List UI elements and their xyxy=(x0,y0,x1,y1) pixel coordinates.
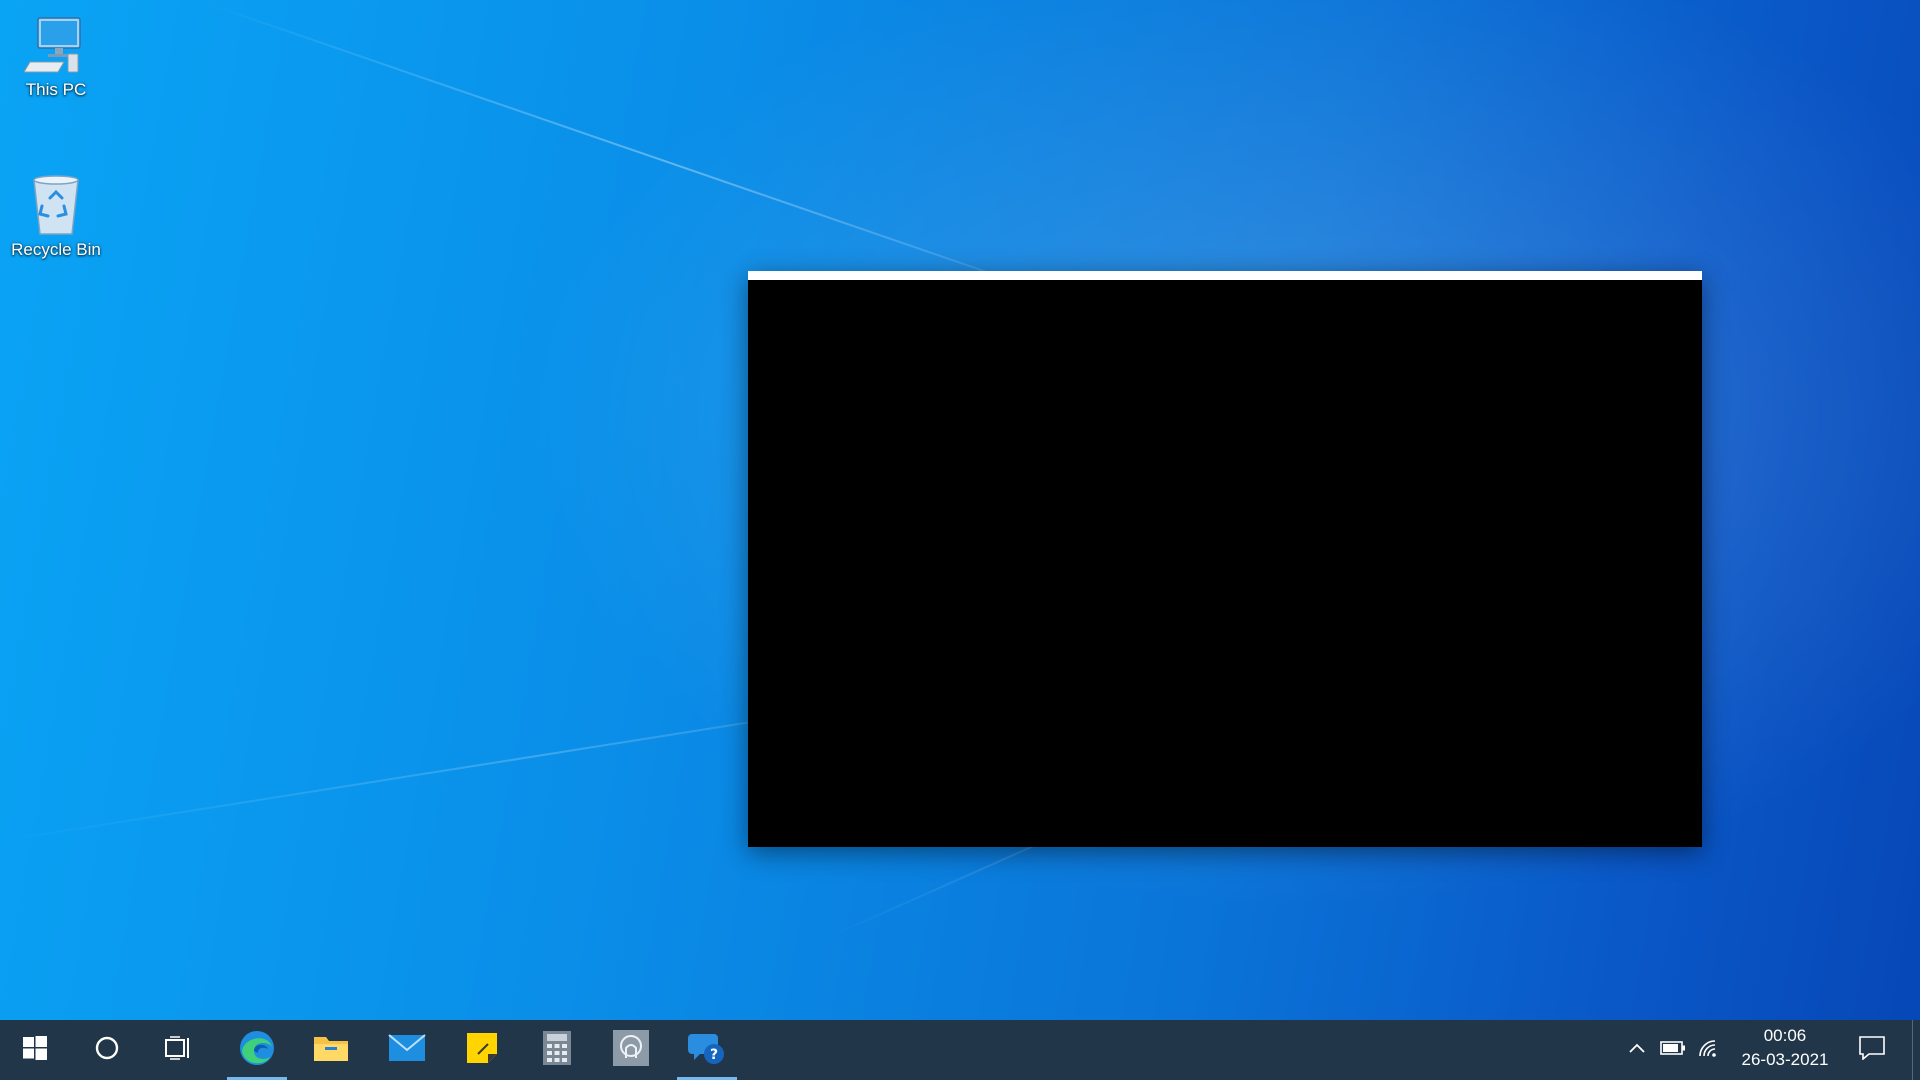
taskbar-app-file-explorer[interactable] xyxy=(300,1020,362,1080)
desktop: This PC Recycle Bin xyxy=(0,0,1920,1020)
taskbar-app-generic[interactable] xyxy=(600,1020,662,1080)
taskbar: ? 00:06 26-03-2021 xyxy=(0,1020,1920,1080)
window-title-bar[interactable] xyxy=(748,271,1702,280)
taskbar-app-sticky-notes[interactable] xyxy=(451,1020,513,1080)
battery-button[interactable] xyxy=(1656,1020,1690,1080)
show-hidden-icons-button[interactable] xyxy=(1622,1020,1652,1080)
recycle-bin-icon xyxy=(24,172,88,236)
search-button[interactable] xyxy=(76,1020,138,1080)
cortana-search-icon xyxy=(94,1035,120,1066)
action-center-button[interactable] xyxy=(1852,1020,1892,1080)
network-button[interactable] xyxy=(1692,1020,1726,1080)
desktop-icon-label: Recycle Bin xyxy=(11,240,101,259)
sticky-notes-icon xyxy=(466,1032,498,1069)
computer-icon xyxy=(23,12,88,76)
task-view-button[interactable] xyxy=(148,1020,210,1080)
taskbar-app-edge[interactable] xyxy=(226,1020,288,1080)
clock-time: 00:06 xyxy=(1763,1026,1807,1045)
mail-icon xyxy=(388,1033,426,1067)
get-help-icon: ? xyxy=(688,1030,726,1071)
file-explorer-icon xyxy=(313,1033,349,1068)
notification-icon xyxy=(1859,1035,1885,1065)
windows-start-icon xyxy=(23,1035,47,1065)
app-icon xyxy=(613,1029,649,1071)
clock-date: 26-03-2021 xyxy=(1741,1050,1829,1069)
edge-icon xyxy=(238,1029,276,1072)
desktop-icon-this-pc[interactable]: This PC xyxy=(6,12,106,100)
start-button[interactable] xyxy=(4,1020,66,1080)
show-desktop-button[interactable] xyxy=(1912,1020,1920,1080)
task-view-icon xyxy=(165,1035,193,1065)
svg-text:?: ? xyxy=(710,1047,718,1063)
battery-icon xyxy=(1660,1040,1686,1061)
desktop-icon-label: This PC xyxy=(25,80,87,99)
taskbar-app-calculator[interactable] xyxy=(526,1020,588,1080)
calculator-icon xyxy=(543,1030,571,1070)
chevron-up-icon xyxy=(1628,1041,1646,1059)
taskbar-app-get-help[interactable]: ? xyxy=(676,1020,738,1080)
clock[interactable]: 00:06 26-03-2021 xyxy=(1730,1020,1840,1080)
wifi-icon xyxy=(1697,1038,1721,1063)
desktop-icon-recycle-bin[interactable]: Recycle Bin xyxy=(6,172,106,260)
taskbar-app-mail[interactable] xyxy=(376,1020,438,1080)
app-window[interactable] xyxy=(748,271,1702,847)
